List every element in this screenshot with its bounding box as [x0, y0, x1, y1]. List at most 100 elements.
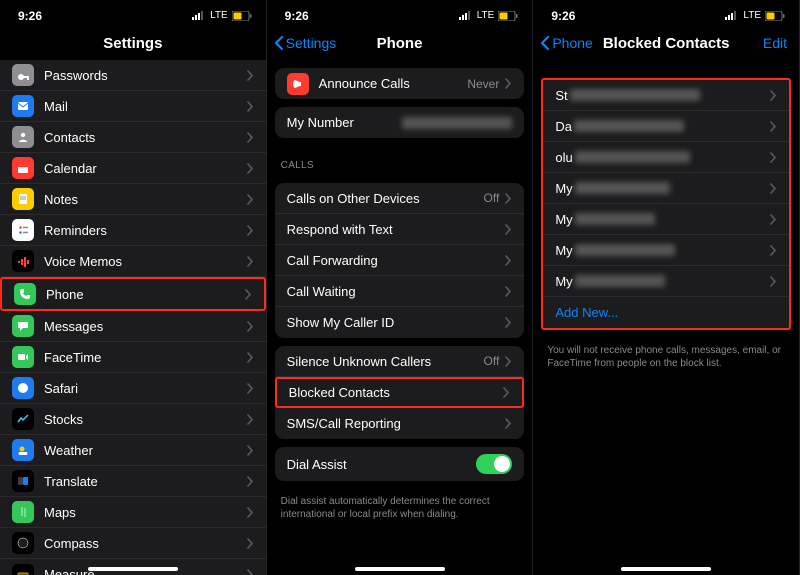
row-label: Safari [44, 381, 247, 396]
weather-icon [12, 439, 34, 461]
settings-row-calendar[interactable]: Calendar [0, 153, 266, 184]
blocked-contact-row[interactable]: olu [543, 142, 789, 173]
message-icon [12, 315, 34, 337]
row-label: Silence Unknown Callers [287, 354, 484, 369]
chevron-right-icon [247, 256, 254, 267]
chevron-right-icon [505, 193, 512, 204]
chevron-right-icon [247, 321, 254, 332]
battery-icon [765, 11, 785, 21]
chevron-right-icon [247, 101, 254, 112]
back-button[interactable]: Settings [273, 35, 337, 51]
row-label: Notes [44, 192, 247, 207]
facetime-icon [12, 346, 34, 368]
settings-row-stocks[interactable]: Stocks [0, 404, 266, 435]
settings-row-maps[interactable]: Maps [0, 497, 266, 528]
status-right: LTE [459, 10, 519, 21]
row-label: Mail [44, 99, 247, 114]
row-label: Call Forwarding [287, 253, 506, 268]
row-blocked-contacts[interactable]: Blocked Contacts [275, 377, 525, 408]
section-header-calls: CALLS [267, 146, 533, 175]
home-indicator[interactable] [355, 567, 445, 571]
notes-icon [12, 188, 34, 210]
row-silence-unknown-callers[interactable]: Silence Unknown CallersOff [275, 346, 525, 377]
edit-button[interactable]: Edit [763, 35, 787, 51]
blocked-contacts-content[interactable]: StDaoluMyMyMyMyAdd New... You will not r… [533, 60, 799, 575]
settings-row-passwords[interactable]: Passwords [0, 60, 266, 91]
translate-icon [12, 470, 34, 492]
row-label: Calls on Other Devices [287, 191, 484, 206]
row-label: FaceTime [44, 350, 247, 365]
blocked-contact-row[interactable]: My [543, 173, 789, 204]
redacted-number [402, 117, 512, 129]
row-respond-with-text[interactable]: Respond with Text [275, 214, 525, 245]
row-value: Never [467, 77, 499, 91]
row-call-forwarding[interactable]: Call Forwarding [275, 245, 525, 276]
chevron-right-icon [247, 569, 254, 575]
mail-icon [12, 95, 34, 117]
page-title: Phone [377, 35, 423, 52]
settings-row-phone[interactable]: Phone [0, 277, 266, 311]
blocked-contact-row[interactable]: Da [543, 111, 789, 142]
row-calls-on-other-devices[interactable]: Calls on Other DevicesOff [275, 183, 525, 214]
chevron-right-icon [247, 445, 254, 456]
person-icon [12, 126, 34, 148]
phone-icon [14, 283, 36, 305]
row-label: Translate [44, 474, 247, 489]
status-bar: 9:26 LTE [533, 0, 799, 26]
status-bar: 9:26 LTE [0, 0, 266, 26]
status-lte: LTE [210, 10, 228, 21]
blocked-contact-row[interactable]: My [543, 266, 789, 297]
row-call-waiting[interactable]: Call Waiting [275, 276, 525, 307]
phone-settings-content[interactable]: Announce Calls Never My Number CALLS Cal… [267, 60, 533, 575]
chevron-right-icon [505, 356, 512, 367]
screen-phone-settings: 9:26 LTE Settings Phone Announce Calls N… [267, 0, 534, 575]
status-lte: LTE [477, 10, 495, 21]
back-button[interactable]: Phone [539, 35, 592, 51]
page-title: Settings [103, 35, 162, 52]
chevron-right-icon [770, 245, 777, 256]
row-label: Phone [46, 287, 245, 302]
row-sms-call-reporting[interactable]: SMS/Call Reporting [275, 408, 525, 439]
home-indicator[interactable] [621, 567, 711, 571]
row-label: Contacts [44, 130, 247, 145]
maps-icon [12, 501, 34, 523]
compass-icon [12, 532, 34, 554]
row-label: Call Waiting [287, 284, 506, 299]
contact-name: St [555, 88, 770, 103]
chevron-right-icon [247, 163, 254, 174]
row-show-my-caller-id[interactable]: Show My Caller ID [275, 307, 525, 338]
row-dial-assist[interactable]: Dial Assist [275, 447, 525, 481]
blocked-contact-row[interactable]: My [543, 235, 789, 266]
settings-row-reminders[interactable]: Reminders [0, 215, 266, 246]
chevron-left-icon [539, 35, 550, 51]
settings-row-facetime[interactable]: FaceTime [0, 342, 266, 373]
chevron-right-icon [247, 476, 254, 487]
chevron-right-icon [247, 383, 254, 394]
add-new-blocked[interactable]: Add New... [543, 297, 789, 328]
home-indicator[interactable] [88, 567, 178, 571]
blocked-contact-row[interactable]: St [543, 80, 789, 111]
chevron-right-icon [247, 538, 254, 549]
settings-row-compass[interactable]: Compass [0, 528, 266, 559]
row-label: My Number [287, 115, 403, 130]
back-label: Settings [286, 35, 337, 51]
chevron-right-icon [505, 255, 512, 266]
row-label: Announce Calls [319, 76, 468, 91]
settings-row-weather[interactable]: Weather [0, 435, 266, 466]
status-right: LTE [192, 10, 252, 21]
settings-row-contacts[interactable]: Contacts [0, 122, 266, 153]
settings-row-safari[interactable]: Safari [0, 373, 266, 404]
calendar-icon [12, 157, 34, 179]
settings-row-mail[interactable]: Mail [0, 91, 266, 122]
settings-row-messages[interactable]: Messages [0, 311, 266, 342]
settings-row-voice-memos[interactable]: Voice Memos [0, 246, 266, 277]
blocked-contact-row[interactable]: My [543, 204, 789, 235]
settings-row-notes[interactable]: Notes [0, 184, 266, 215]
contact-name: Da [555, 119, 770, 134]
row-my-number[interactable]: My Number [275, 107, 525, 138]
row-announce-calls[interactable]: Announce Calls Never [275, 68, 525, 99]
row-label: Dial Assist [287, 457, 477, 472]
dial-assist-toggle[interactable] [476, 454, 512, 474]
settings-row-translate[interactable]: Translate [0, 466, 266, 497]
settings-list[interactable]: Passwords Mail Contacts Calendar Notes Remind… [0, 60, 266, 575]
